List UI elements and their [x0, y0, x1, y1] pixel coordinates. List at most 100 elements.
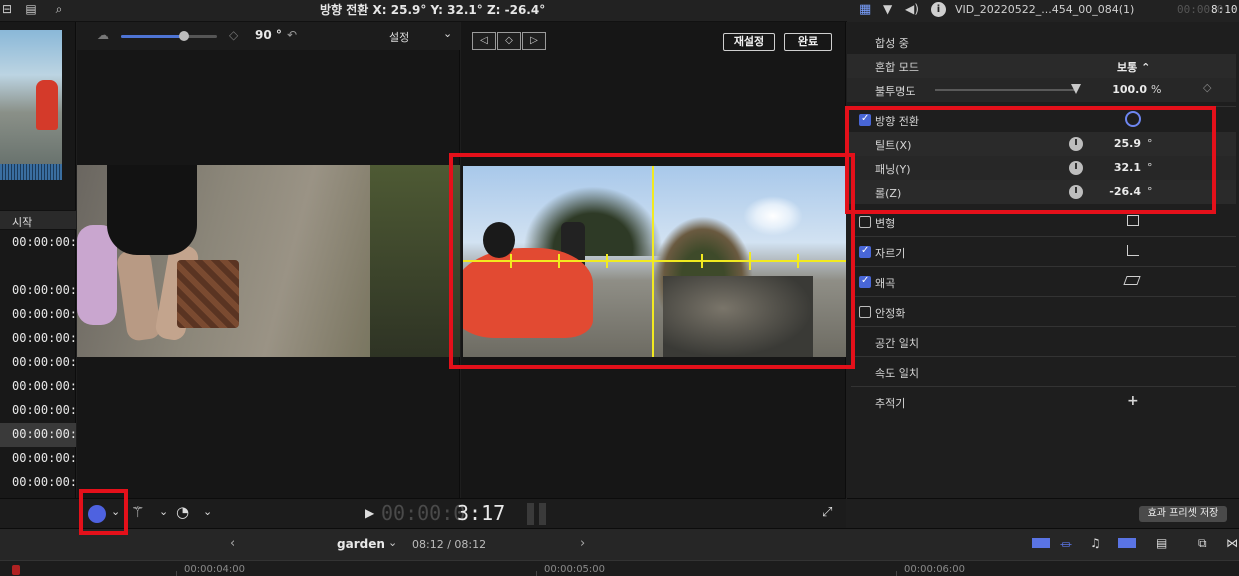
- snapping-icon[interactable]: [1118, 538, 1136, 548]
- chevron-down-icon[interactable]: ⌄: [443, 27, 452, 40]
- opacity-slider[interactable]: [935, 89, 1077, 91]
- next-keyframe-button[interactable]: ▷: [522, 32, 546, 50]
- viewer-toolbar: ☁ ◇ 90 ° ↶ 설정 ⌄: [77, 22, 460, 50]
- crop-onscreen-icon[interactable]: [1127, 245, 1139, 256]
- pan-label: 패닝(Y): [875, 163, 911, 176]
- project-name[interactable]: garden: [337, 537, 385, 551]
- add-tracker-button[interactable]: +: [1127, 393, 1139, 409]
- clip-browser-icon[interactable]: ⧉: [1198, 536, 1207, 551]
- play-button[interactable]: ▶: [365, 506, 374, 520]
- reorient-360-icon[interactable]: [88, 505, 106, 523]
- opacity-unit: %: [1151, 83, 1162, 96]
- keyframe-diamond-icon[interactable]: ◇: [1203, 81, 1211, 94]
- list-item[interactable]: 00:00:00:0: [0, 279, 76, 303]
- save-effects-preset-button[interactable]: 효과 프리셋 저장: [1139, 506, 1227, 522]
- timeline-ruler[interactable]: 00:00:04:00 00:00:05:00 00:00:06:00: [0, 560, 1239, 576]
- list-item-selected[interactable]: 00:00:00:0: [0, 423, 76, 447]
- add-keyframe-button[interactable]: ◇: [497, 32, 521, 50]
- roll-value[interactable]: -26.4: [1087, 185, 1141, 198]
- speed-gauge-icon[interactable]: ◔: [176, 503, 189, 521]
- reorient-360-icon[interactable]: [1125, 111, 1141, 127]
- pan-dial[interactable]: [1069, 161, 1083, 175]
- magic-wand-icon[interactable]: ⚚: [131, 503, 144, 521]
- small-cloud-icon: ☁: [97, 28, 109, 42]
- transform-checkbox[interactable]: [859, 216, 871, 228]
- list-item[interactable]: 00:00:00:0: [0, 303, 76, 327]
- transform-onscreen-icon[interactable]: [1127, 215, 1139, 226]
- grid-icon[interactable]: ⊟: [0, 2, 14, 16]
- settings-dropdown[interactable]: 설정: [389, 29, 409, 45]
- column-header-start[interactable]: 시작: [0, 210, 76, 230]
- pan-unit: °: [1147, 161, 1153, 174]
- crop-row[interactable]: 자르기: [847, 240, 1236, 264]
- tilt-dial[interactable]: [1069, 137, 1083, 151]
- distort-row[interactable]: 왜곡: [847, 270, 1236, 294]
- list-item[interactable]: 00:00:00:0: [0, 471, 76, 495]
- flat-viewer[interactable]: [77, 50, 460, 498]
- effects-browser-icon[interactable]: ⋈: [1226, 536, 1238, 550]
- speaker-icon[interactable]: ◀): [905, 2, 919, 16]
- info-icon[interactable]: i: [931, 2, 946, 17]
- roll-label: 롤(Z): [875, 187, 902, 200]
- clip-thumbnail[interactable]: [0, 30, 62, 180]
- clip-appearance-icon[interactable]: [1032, 538, 1050, 548]
- compositing-section[interactable]: 합성 중: [847, 30, 1236, 54]
- crop-checkbox[interactable]: [859, 245, 871, 258]
- transform-row[interactable]: 변형: [847, 210, 1236, 234]
- opacity-label: 불투명도: [875, 85, 916, 98]
- timeline-index-icon[interactable]: ▤: [1156, 536, 1167, 550]
- film-icon[interactable]: ▤: [24, 2, 38, 16]
- reset-button[interactable]: 재설정: [723, 33, 775, 51]
- done-button[interactable]: 완료: [784, 33, 832, 51]
- large-diamond-icon: ◇: [229, 28, 239, 42]
- skimming-icon[interactable]: ⏛: [1060, 536, 1072, 553]
- transform-label: 변형: [875, 217, 896, 230]
- stabilize-row[interactable]: 안정화: [847, 300, 1236, 324]
- roll-unit: °: [1147, 185, 1153, 198]
- stabilize-checkbox[interactable]: [859, 306, 871, 318]
- fullscreen-icon[interactable]: ⤢: [822, 505, 832, 520]
- list-item[interactable]: 00:00:00:0: [0, 351, 76, 375]
- list-item[interactable]: 00:00:00:0: [0, 399, 76, 423]
- opacity-row: 불투명도 100.0 % ◇: [847, 78, 1236, 102]
- spatial-conform-row[interactable]: 공간 일치: [847, 330, 1236, 354]
- chevron-down-icon[interactable]: ⌄: [159, 505, 168, 518]
- rate-conform-row[interactable]: 속도 일치: [847, 360, 1236, 384]
- fov-slider-knob[interactable]: [179, 31, 189, 41]
- chevron-down-icon[interactable]: ⌄: [203, 505, 212, 518]
- pan-value[interactable]: 32.1: [1087, 161, 1141, 174]
- tilt-value[interactable]: 25.9: [1087, 137, 1141, 150]
- search-icon[interactable]: ⌕: [52, 2, 66, 16]
- list-item[interactable]: 00:00:00:0: [0, 231, 76, 255]
- list-item[interactable]: 00:00:00:0: [0, 327, 76, 351]
- blend-mode-popup[interactable]: 보통 ⌃: [1117, 59, 1157, 75]
- opacity-slider-knob[interactable]: [1071, 84, 1081, 94]
- playhead-marker[interactable]: [12, 565, 20, 575]
- viewer-title: 방향 전환 X: 25.9° Y: 32.1° Z: -26.4°: [320, 3, 546, 17]
- tracker-row[interactable]: 추적기 +: [847, 390, 1236, 414]
- distort-checkbox[interactable]: [859, 275, 871, 288]
- filter-icon[interactable]: ▼: [883, 2, 892, 16]
- list-item[interactable]: 00:00:00:0: [0, 375, 76, 399]
- opacity-value[interactable]: 100.0: [1087, 83, 1147, 96]
- roll-dial[interactable]: [1069, 185, 1083, 199]
- fov-slider-fill: [121, 35, 183, 38]
- chevron-down-icon[interactable]: ⌄: [111, 505, 120, 518]
- headphones-icon[interactable]: ♫: [1090, 536, 1101, 550]
- list-item[interactable]: 00:00:00:0: [0, 447, 76, 471]
- reorient-checkbox[interactable]: [859, 113, 871, 126]
- browser-footer: [0, 498, 77, 528]
- chevron-down-icon[interactable]: ⌄: [388, 536, 397, 549]
- history-forward-icon[interactable]: ›: [580, 536, 585, 551]
- prev-keyframe-button[interactable]: ◁: [472, 32, 496, 50]
- vr-viewer[interactable]: ◁ ◇ ▷ 재설정 완료: [461, 22, 846, 498]
- list-item[interactable]: [0, 255, 76, 279]
- undo-icon[interactable]: ↶: [287, 28, 297, 42]
- distort-onscreen-icon[interactable]: [1123, 276, 1141, 285]
- reorient-label: 방향 전환: [875, 115, 919, 128]
- film-strip-icon[interactable]: ▦: [859, 2, 871, 17]
- crop-label: 자르기: [875, 247, 906, 260]
- reorient-row[interactable]: 방향 전환: [847, 108, 1236, 132]
- history-back-icon[interactable]: ‹: [230, 536, 235, 551]
- timecode[interactable]: 3:17: [457, 501, 505, 525]
